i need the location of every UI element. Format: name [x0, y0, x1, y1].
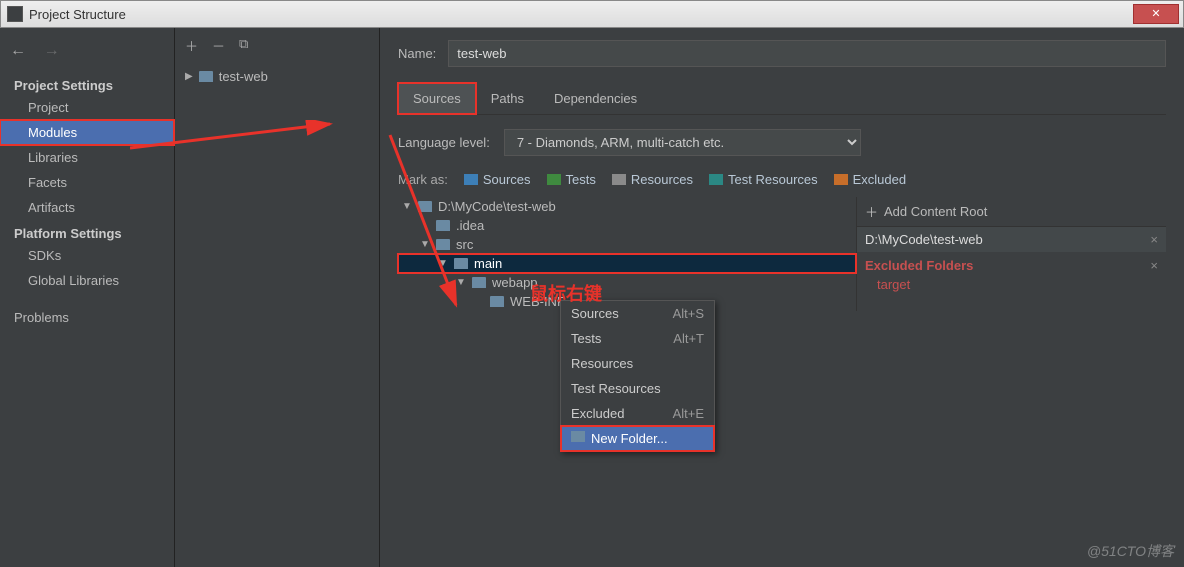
- folder-icon: [571, 431, 585, 442]
- remove-root-icon[interactable]: ×: [1150, 232, 1158, 247]
- folder-gray-icon: [612, 174, 626, 185]
- folder-icon: [454, 258, 468, 269]
- mark-resources[interactable]: Resources: [612, 172, 693, 187]
- module-editor: Name: Sources Paths Dependencies Languag…: [380, 28, 1184, 567]
- folder-teal-icon: [709, 174, 723, 185]
- close-button[interactable]: ✕: [1133, 4, 1179, 24]
- folder-icon: [490, 296, 504, 307]
- annotation-rightclick: 鼠标右键: [530, 280, 602, 306]
- excluded-item-target[interactable]: target: [857, 275, 1166, 294]
- sidebar-item-sdks[interactable]: SDKs: [0, 243, 174, 268]
- sidebar-item-modules[interactable]: Modules: [0, 120, 174, 145]
- tree-webapp[interactable]: ▼webapp: [398, 273, 856, 292]
- folder-icon: [418, 201, 432, 212]
- content-root-tree: ▼D:\MyCode\test-web .idea ▼src ▼main ▼we…: [398, 197, 856, 311]
- watermark: @51CTO博客: [1087, 541, 1174, 561]
- remove-excluded-icon[interactable]: ×: [1150, 258, 1158, 273]
- module-item-testweb[interactable]: ▶ test-web: [183, 67, 371, 86]
- mark-excluded[interactable]: Excluded: [834, 172, 906, 187]
- folder-icon: [472, 277, 486, 288]
- module-label: test-web: [219, 69, 268, 84]
- sidebar-item-libraries[interactable]: Libraries: [0, 145, 174, 170]
- content-roots-panel: ＋Add Content Root D:\MyCode\test-web× Ex…: [856, 197, 1166, 311]
- module-tabs: Sources Paths Dependencies: [398, 83, 1166, 115]
- window-title: Project Structure: [29, 7, 1133, 22]
- nav-forward-icon[interactable]: →: [44, 42, 60, 59]
- mark-as-label: Mark as:: [398, 172, 448, 187]
- tree-idea[interactable]: .idea: [398, 216, 856, 235]
- name-label: Name:: [398, 46, 436, 61]
- settings-sidebar: ← → Project Settings Project Modules Lib…: [0, 28, 175, 567]
- sidebar-item-artifacts[interactable]: Artifacts: [0, 195, 174, 220]
- excluded-folders-heading: Excluded Folders×: [857, 252, 1166, 275]
- module-icon: [199, 71, 213, 82]
- window-titlebar: Project Structure ✕: [0, 0, 1184, 28]
- mark-tests[interactable]: Tests: [547, 172, 596, 187]
- sidebar-item-problems[interactable]: Problems: [0, 305, 174, 330]
- folder-icon: [436, 220, 450, 231]
- remove-module-icon[interactable]: －: [212, 36, 225, 55]
- mark-sources[interactable]: Sources: [464, 172, 531, 187]
- copy-module-icon[interactable]: ⧉: [239, 36, 248, 55]
- module-list-panel: ＋ － ⧉ ▶ test-web: [175, 28, 380, 567]
- ctx-resources[interactable]: Resources: [561, 351, 714, 376]
- language-level-select[interactable]: 7 - Diamonds, ARM, multi-catch etc.: [504, 129, 861, 156]
- folder-icon: [436, 239, 450, 250]
- tab-paths[interactable]: Paths: [476, 83, 539, 114]
- tree-src[interactable]: ▼src: [398, 235, 856, 254]
- tree-main[interactable]: ▼main: [398, 254, 856, 273]
- context-menu: SourcesAlt+S TestsAlt+T Resources Test R…: [560, 300, 715, 452]
- tab-sources[interactable]: Sources: [398, 83, 476, 114]
- sidebar-heading-project: Project Settings: [0, 72, 174, 95]
- app-icon: [7, 6, 23, 22]
- ctx-new-folder[interactable]: New Folder...: [561, 426, 714, 451]
- nav-back-icon[interactable]: ←: [10, 42, 26, 59]
- sidebar-item-facets[interactable]: Facets: [0, 170, 174, 195]
- add-content-root-button[interactable]: ＋Add Content Root: [857, 197, 1166, 227]
- tree-root[interactable]: ▼D:\MyCode\test-web: [398, 197, 856, 216]
- folder-green-icon: [547, 174, 561, 185]
- tab-dependencies[interactable]: Dependencies: [539, 83, 652, 114]
- chevron-right-icon: ▶: [185, 71, 193, 82]
- content-root-path[interactable]: D:\MyCode\test-web×: [857, 227, 1166, 252]
- sidebar-item-project[interactable]: Project: [0, 95, 174, 120]
- ctx-testresources[interactable]: Test Resources: [561, 376, 714, 401]
- sidebar-heading-platform: Platform Settings: [0, 220, 174, 243]
- folder-blue-icon: [464, 174, 478, 185]
- add-module-icon[interactable]: ＋: [185, 36, 198, 55]
- sidebar-item-globallibs[interactable]: Global Libraries: [0, 268, 174, 293]
- module-name-input[interactable]: [448, 40, 1166, 67]
- mark-testresources[interactable]: Test Resources: [709, 172, 818, 187]
- ctx-tests[interactable]: TestsAlt+T: [561, 326, 714, 351]
- language-level-label: Language level:: [398, 135, 490, 150]
- folder-orange-icon: [834, 174, 848, 185]
- ctx-excluded[interactable]: ExcludedAlt+E: [561, 401, 714, 426]
- plus-icon: ＋: [865, 202, 878, 221]
